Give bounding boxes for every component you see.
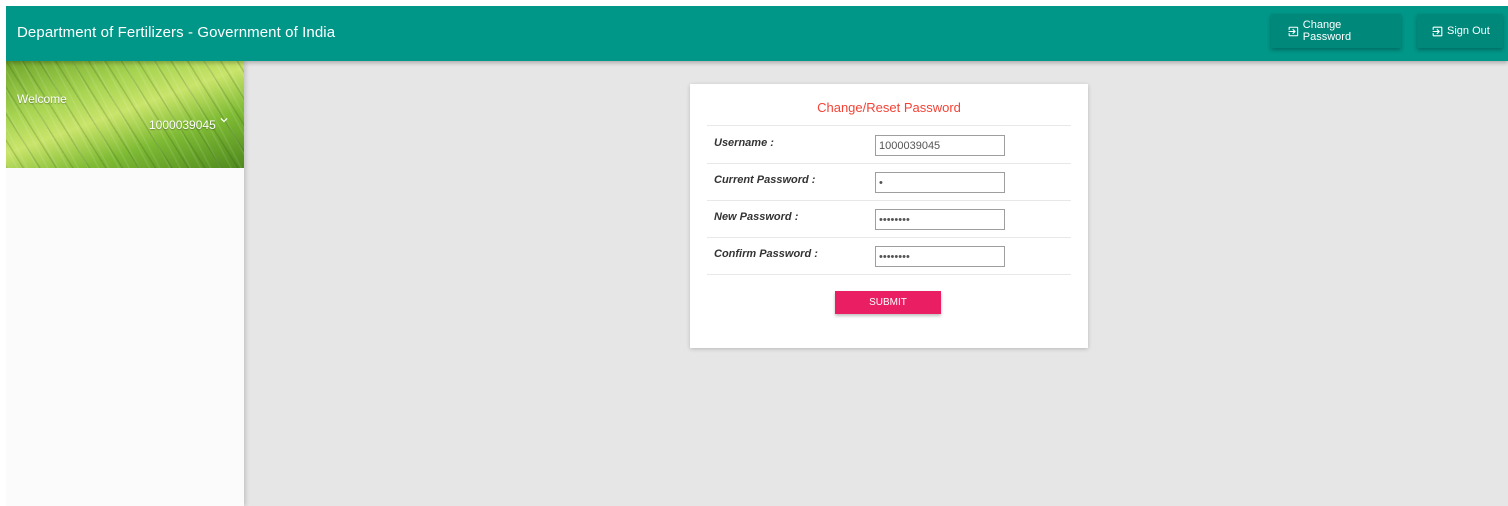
change-password-label: Change Password [1302, 19, 1352, 43]
app-title: Department of Fertilizers - Government o… [17, 24, 336, 41]
current-password-input[interactable] [875, 172, 1005, 193]
username-input[interactable] [875, 135, 1005, 156]
exit-to-app-icon [1288, 26, 1299, 36]
sign-out-button[interactable]: Sign Out [1417, 14, 1503, 48]
app-frame: Department of Fertilizers - Government o… [6, 6, 1508, 506]
divider [707, 200, 1071, 201]
divider [707, 274, 1071, 275]
confirm-password-input[interactable] [875, 246, 1005, 267]
user-id: 1000039045 [149, 118, 216, 132]
welcome-label: Welcome [17, 92, 67, 106]
new-password-input[interactable] [875, 209, 1005, 230]
divider [707, 237, 1071, 238]
username-label: Username : [714, 137, 774, 149]
user-panel: Welcome 1000039045 [6, 61, 244, 168]
submit-button[interactable]: SUBMIT [835, 291, 941, 314]
current-password-label: Current Password : [714, 174, 816, 186]
divider [707, 163, 1071, 164]
divider [707, 125, 1071, 126]
top-bar: Department of Fertilizers - Government o… [6, 6, 1508, 61]
new-password-label: New Password : [714, 211, 799, 223]
form-title: Change/Reset Password [817, 100, 961, 115]
sign-out-label: Sign Out [1447, 25, 1490, 37]
chevron-down-icon[interactable] [217, 113, 231, 127]
sidebar: Welcome 1000039045 [6, 61, 244, 506]
change-password-button[interactable]: Change Password [1271, 14, 1401, 48]
confirm-password-label: Confirm Password : [714, 248, 818, 260]
change-password-card: Change/Reset Password Username : Current… [690, 84, 1088, 348]
exit-to-app-icon [1432, 26, 1443, 36]
